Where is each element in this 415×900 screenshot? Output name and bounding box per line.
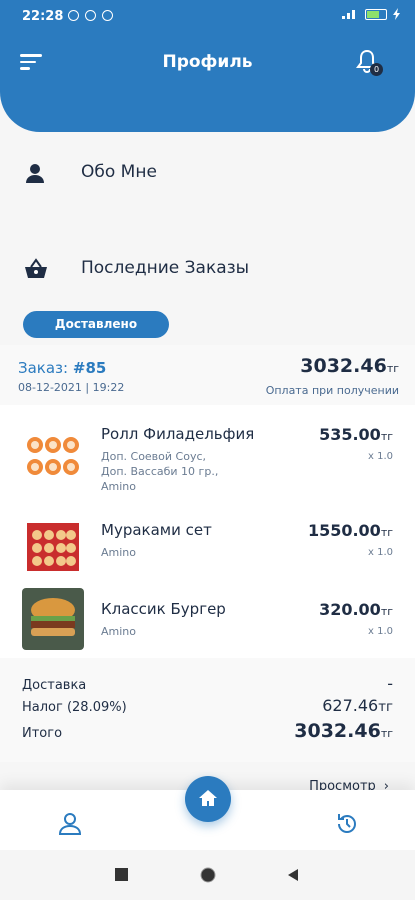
item-desc: Доп. Соевой Соус, Доп. Вассаби 10 гр., A… xyxy=(101,449,218,494)
app-header: Профиль 0 xyxy=(0,34,415,132)
item-desc-line: Доп. Вассаби 10 гр., xyxy=(101,465,219,478)
sync-icon xyxy=(102,10,113,21)
charging-icon xyxy=(393,8,400,20)
payment-method: Оплата при получении xyxy=(265,384,399,397)
status-icons xyxy=(68,10,113,21)
order-total-currency: тг xyxy=(386,362,399,375)
tax-label: Налог (28.09%) xyxy=(22,700,127,715)
battery-icon xyxy=(365,8,387,20)
item-image-philadelphia xyxy=(22,425,84,487)
tax-row: Налог (28.09%) 627.46тг xyxy=(22,696,393,715)
bottom-nav xyxy=(0,776,415,850)
total-value: 3032.46тг xyxy=(294,720,393,742)
item-price-currency: тг xyxy=(380,605,393,618)
status-badge: Доставлено xyxy=(23,311,169,338)
item-name: Классик Бургер xyxy=(101,600,226,618)
tax-amount: 627.46 xyxy=(322,696,379,715)
total-row: Итого 3032.46тг xyxy=(22,720,393,742)
order-number-value: #85 xyxy=(72,359,107,377)
tax-currency: тг xyxy=(378,700,393,715)
item-desc-line: Amino xyxy=(101,625,136,638)
history-icon[interactable] xyxy=(333,810,361,838)
user-icon xyxy=(26,164,44,183)
alarm-icon xyxy=(68,10,79,21)
menu-item-orders[interactable]: Последние Заказы xyxy=(0,246,415,294)
total-currency: тг xyxy=(380,727,393,740)
item-price: 320.00тг xyxy=(319,600,393,619)
status-bar: 22:28 xyxy=(0,0,415,34)
menu-item-about[interactable]: Обо Мне xyxy=(0,150,415,196)
item-image-murakami xyxy=(22,515,84,577)
order-number: Заказ: #85 xyxy=(18,359,106,377)
order-items: Ролл Филадельфия Доп. Соевой Соус, Доп. … xyxy=(0,405,415,658)
recents-icon[interactable] xyxy=(115,868,129,882)
delivery-value: - xyxy=(387,674,393,693)
item-price: 1550.00тг xyxy=(308,521,393,540)
home-icon xyxy=(199,790,217,806)
order-total: 3032.46тг xyxy=(300,355,399,377)
menu-label-about: Обо Мне xyxy=(81,162,157,182)
tax-value: 627.46тг xyxy=(322,696,393,715)
profile-icon[interactable] xyxy=(56,810,84,838)
item-qty: x 1.0 xyxy=(368,451,393,462)
item-qty: x 1.0 xyxy=(368,547,393,558)
item-price-value: 1550.00 xyxy=(307,521,381,540)
order-header[interactable]: Заказ: #85 08-12-2021 | 19:22 3032.46тг … xyxy=(0,345,415,405)
item-desc: Amino xyxy=(101,624,136,639)
home-button[interactable] xyxy=(185,776,231,822)
notification-count: 0 xyxy=(370,63,383,76)
total-label: Итого xyxy=(22,726,63,741)
item-price-currency: тг xyxy=(380,430,393,443)
whatsapp-icon xyxy=(85,10,96,21)
item-price: 535.00тг xyxy=(319,425,393,444)
delivery-row: Доставка - xyxy=(22,674,393,693)
order-total-value: 3032.46 xyxy=(300,355,387,377)
status-time: 22:28 xyxy=(22,9,64,24)
item-name: Ролл Филадельфия xyxy=(101,425,255,443)
order-number-label: Заказ: xyxy=(18,359,69,377)
home-system-icon[interactable] xyxy=(199,866,217,884)
delivery-label: Доставка xyxy=(22,678,87,693)
menu-label-orders: Последние Заказы xyxy=(81,258,250,278)
item-price-value: 535.00 xyxy=(319,425,381,444)
total-amount: 3032.46 xyxy=(294,720,381,742)
notifications-button[interactable]: 0 xyxy=(356,49,383,76)
page-title: Профиль xyxy=(162,52,253,72)
item-price-currency: тг xyxy=(380,526,393,539)
order-summary: Доставка - Налог (28.09%) 627.46тг Итого… xyxy=(0,658,415,762)
signal-icon xyxy=(342,10,355,19)
item-name: Мураками сет xyxy=(101,521,212,539)
item-image-burger xyxy=(22,588,84,650)
item-price-value: 320.00 xyxy=(319,600,381,619)
status-right xyxy=(341,8,401,20)
item-desc-line: Доп. Соевой Соус, xyxy=(101,450,207,463)
system-nav xyxy=(0,850,415,900)
order-date: 08-12-2021 | 19:22 xyxy=(18,381,125,394)
item-qty: x 1.0 xyxy=(368,626,393,637)
item-desc: Amino xyxy=(101,545,136,560)
item-desc-line: Amino xyxy=(101,480,136,493)
item-desc-line: Amino xyxy=(101,546,136,559)
basket-icon xyxy=(25,258,47,278)
back-icon[interactable] xyxy=(286,868,300,882)
